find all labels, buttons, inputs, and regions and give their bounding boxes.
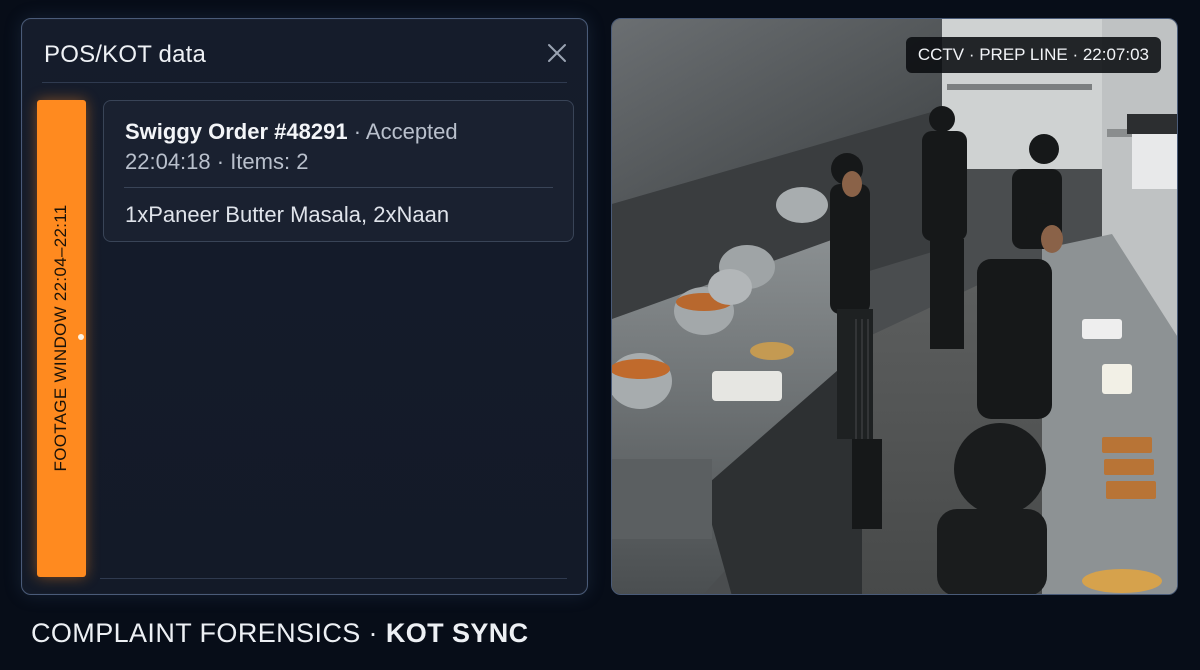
pos-kot-panel: POS/KOT data FOOTAGE WINDOW 22:04–22:11 … — [21, 18, 588, 595]
caption-emphasis: KOT SYNC — [385, 618, 529, 648]
footage-window-label: FOOTAGE WINDOW 22:04–22:11 — [51, 204, 70, 472]
caption-prefix: COMPLAINT FORENSICS · — [31, 618, 386, 648]
close-icon — [548, 44, 566, 62]
order-header: Swiggy Order #48291 · Accepted — [125, 119, 458, 145]
page-caption: COMPLAINT FORENSICS · KOT SYNC — [31, 618, 529, 649]
cctv-timestamp-label: CCTV · PREP LINE · 22:07:03 — [905, 37, 1161, 73]
order-divider — [124, 187, 553, 188]
order-items: 1xPaneer Butter Masala, 2xNaan — [125, 202, 450, 227]
order-time-items: 22:04:18 · Items: 2 — [125, 149, 309, 174]
footage-window-bar[interactable]: FOOTAGE WINDOW 22:04–22:11 — [37, 100, 86, 577]
order-card[interactable]: Swiggy Order #48291 · Accepted 22:04:18 … — [103, 100, 574, 242]
close-button[interactable] — [545, 41, 569, 65]
cctv-feed[interactable]: CCTV · PREP LINE · 22:07:03 — [611, 18, 1178, 595]
footer-divider — [100, 578, 567, 579]
panel-title: POS/KOT data — [44, 41, 207, 68]
footage-window-marker — [78, 334, 84, 340]
kitchen-footage-image — [612, 19, 1177, 594]
order-status: · Accepted — [353, 119, 458, 144]
header-divider — [42, 82, 567, 83]
order-id: Swiggy Order #48291 — [125, 119, 348, 144]
